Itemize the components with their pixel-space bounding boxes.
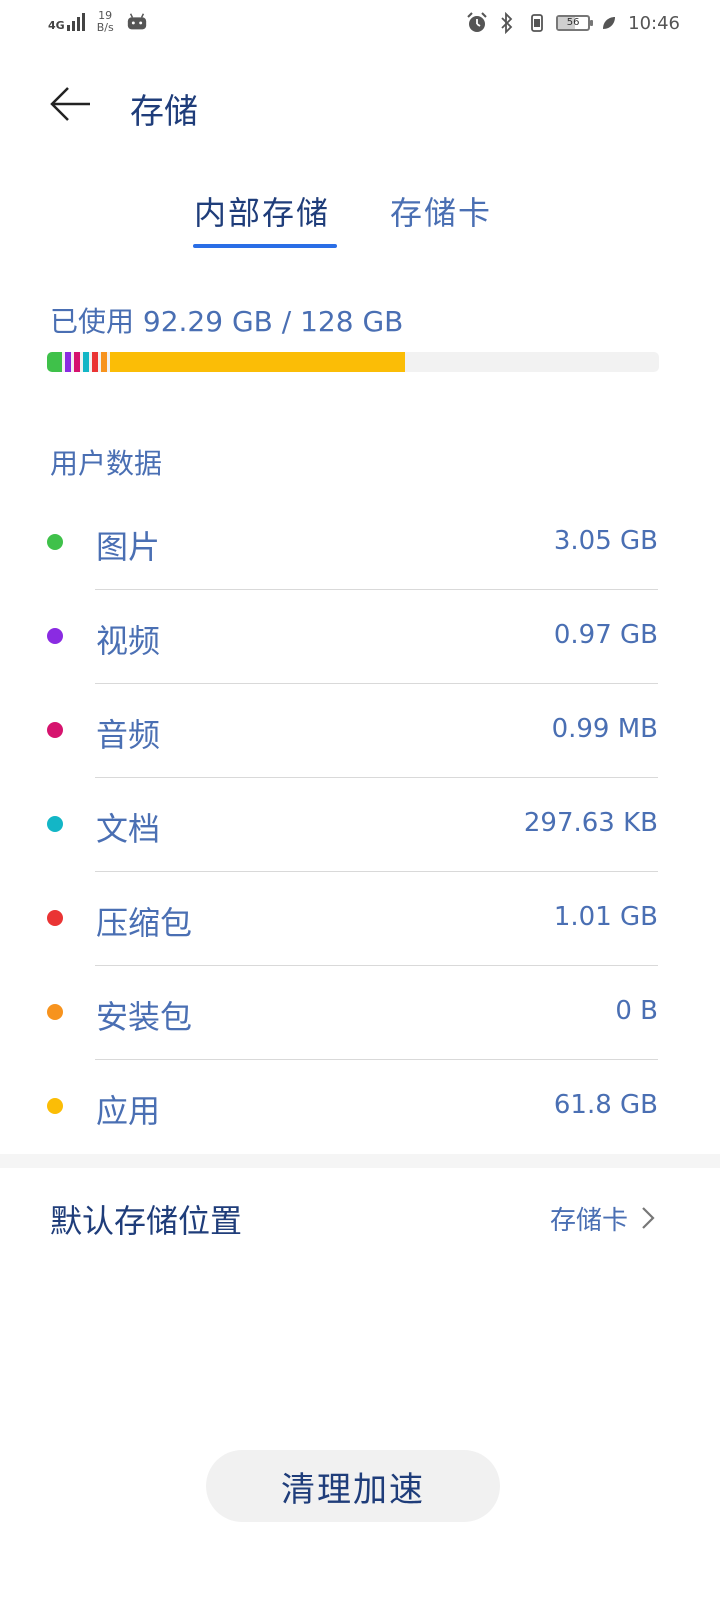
category-name: 压缩包 (96, 904, 193, 942)
category-size: 0 B (615, 996, 658, 1026)
usage-segment (64, 352, 71, 372)
color-dot (47, 1004, 63, 1020)
usage-segment (73, 352, 80, 372)
storage-tabs: 内部存储 存储卡 (0, 188, 720, 252)
default-storage-location-row[interactable]: 默认存储位置 存储卡 (0, 1170, 720, 1266)
network-type: 4G (48, 19, 65, 32)
net-speed: 19 B/s (97, 10, 114, 34)
category-item-documents[interactable]: 文档 297.63 KB (0, 778, 720, 872)
category-item-videos[interactable]: 视频 0.97 GB (0, 590, 720, 684)
battery-level: 56 (566, 17, 580, 28)
section-separator (0, 1154, 720, 1168)
storage-used-label: 已使用 92.29 GB / 128 GB (50, 305, 404, 338)
category-item-apps[interactable]: 应用 61.8 GB (0, 1060, 720, 1154)
usage-segment (109, 352, 406, 372)
category-list: 图片 3.05 GB 视频 0.97 GB 音频 0.99 MB 文档 297.… (0, 496, 720, 1154)
tab-selected-indicator (193, 244, 337, 248)
bluetooth-icon (496, 12, 518, 34)
color-dot (47, 910, 63, 926)
vibrate-icon (526, 12, 548, 34)
category-name: 文档 (96, 810, 161, 848)
section-title-user-data: 用户数据 (50, 447, 163, 480)
leaf-icon (598, 12, 620, 34)
category-name: 图片 (96, 528, 161, 566)
category-item-archives[interactable]: 压缩包 1.01 GB (0, 872, 720, 966)
clock: 10:46 (628, 12, 680, 34)
color-dot (47, 534, 63, 550)
page-title: 存储 (130, 92, 198, 132)
tab-internal-storage[interactable]: 内部存储 (194, 188, 330, 234)
category-item-apks[interactable]: 安装包 0 B (0, 966, 720, 1060)
color-dot (47, 816, 63, 832)
back-button[interactable] (44, 82, 96, 126)
status-bar-right: 56 10:46 (466, 12, 680, 34)
usage-segment (100, 352, 107, 372)
android-debug-icon (126, 11, 148, 33)
tab-sd-card[interactable]: 存储卡 (390, 188, 492, 234)
battery-icon: 56 (556, 15, 594, 31)
category-size: 297.63 KB (523, 808, 658, 838)
color-dot (47, 628, 63, 644)
category-name: 安装包 (96, 998, 193, 1036)
alarm-icon (466, 12, 488, 34)
category-item-images[interactable]: 图片 3.05 GB (0, 496, 720, 590)
storage-usage-bar (47, 352, 659, 372)
default-storage-label: 默认存储位置 (50, 1202, 243, 1240)
storage-screen: 4G 19 B/s 56 10:46 存储 内部存储 存储卡 已使用 92.29… (0, 0, 720, 1600)
color-dot (47, 722, 63, 738)
chevron-right-icon (642, 1207, 655, 1229)
usage-segment (82, 352, 89, 372)
category-size: 3.05 GB (553, 526, 658, 556)
category-size: 61.8 GB (553, 1090, 658, 1120)
status-bar-left: 4G 19 B/s (48, 10, 148, 34)
usage-segment (47, 352, 62, 372)
category-size: 1.01 GB (553, 902, 658, 932)
category-size: 0.97 GB (553, 620, 658, 650)
category-size: 0.99 MB (551, 714, 658, 744)
category-name: 视频 (96, 622, 161, 660)
category-name: 音频 (96, 716, 161, 754)
status-bar: 4G 19 B/s 56 10:46 (0, 0, 720, 48)
color-dot (47, 1098, 63, 1114)
net-speed-unit: B/s (96, 21, 114, 34)
header: 存储 (0, 70, 720, 140)
signal-icon (66, 13, 85, 31)
category-item-audio[interactable]: 音频 0.99 MB (0, 684, 720, 778)
default-storage-value: 存储卡 (549, 1206, 628, 1236)
category-name: 应用 (96, 1092, 161, 1130)
back-arrow-icon (50, 87, 90, 121)
usage-segment (91, 352, 98, 372)
cellular-status: 4G (48, 13, 85, 31)
clean-up-button[interactable]: 清理加速 (206, 1450, 500, 1522)
